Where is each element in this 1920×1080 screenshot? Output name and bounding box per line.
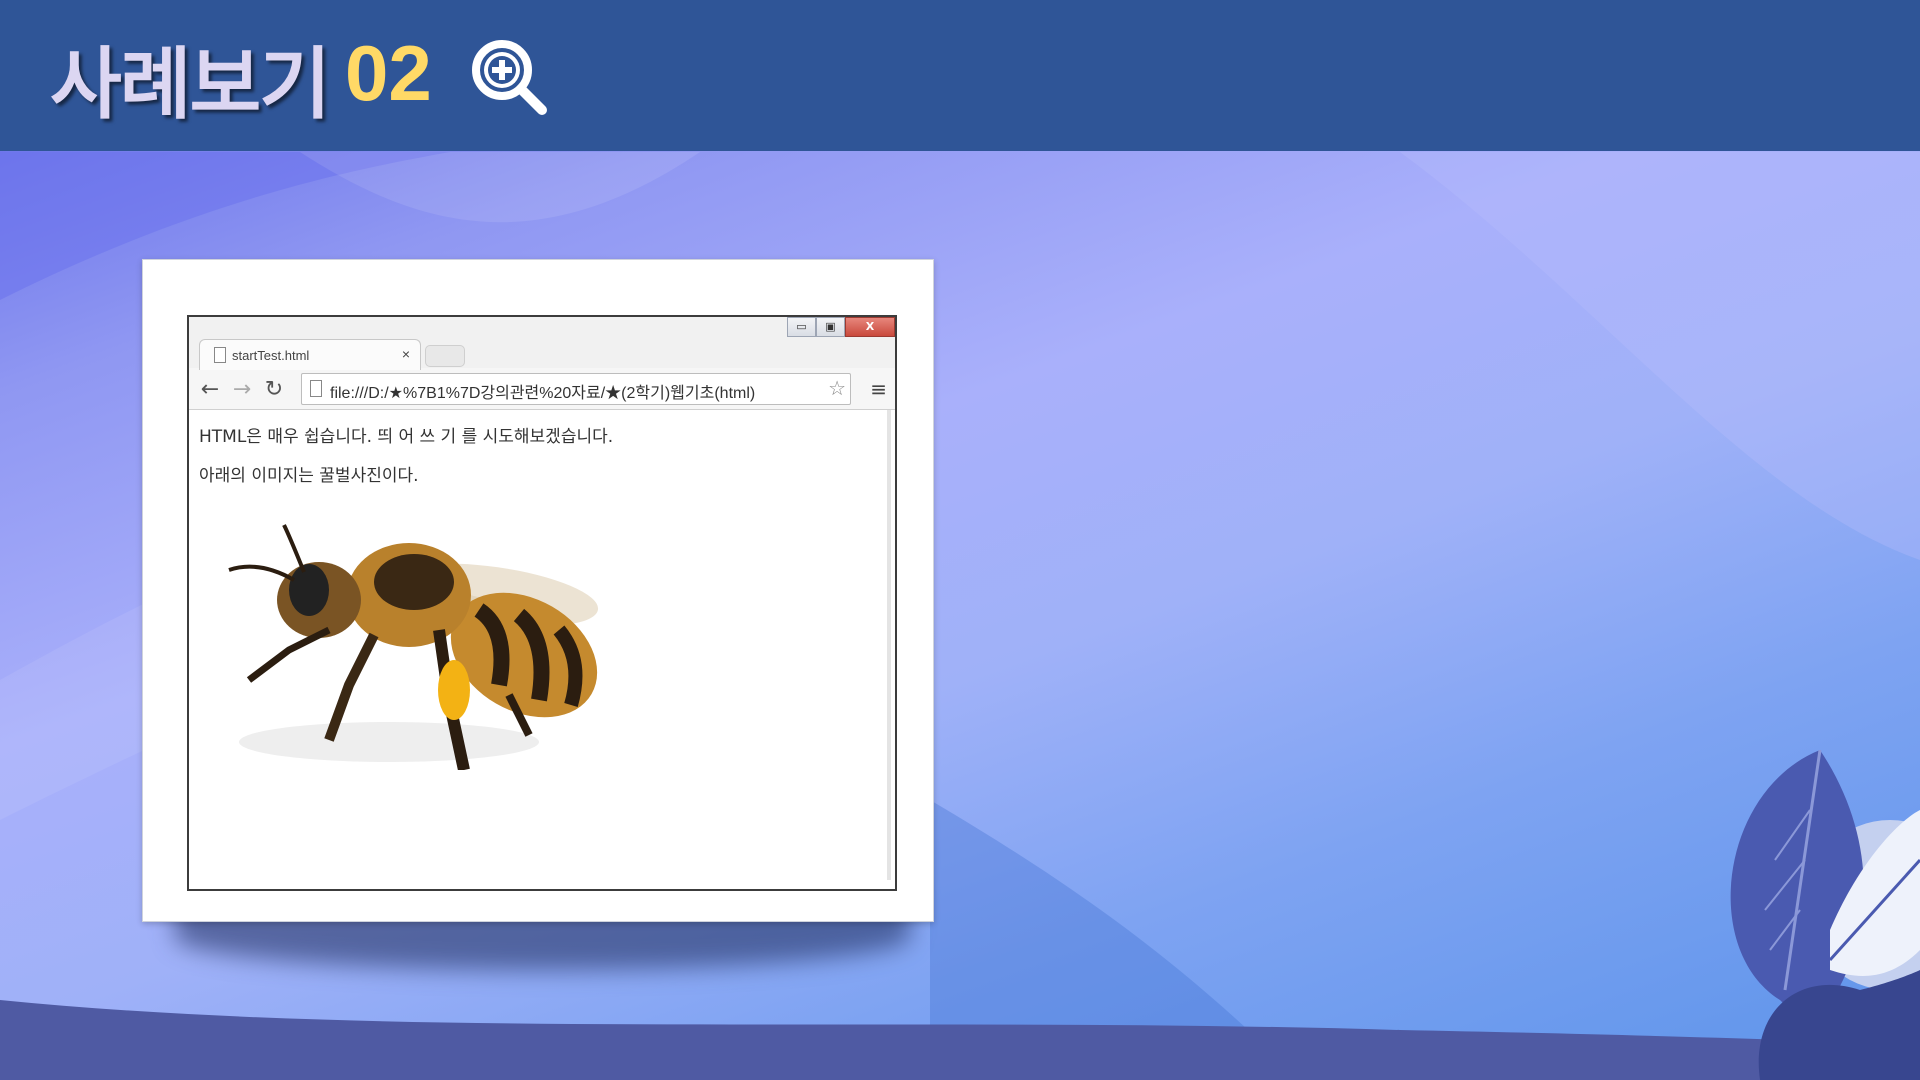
maximize-button[interactable]: ▣ — [816, 317, 845, 337]
bee-image — [228, 524, 599, 770]
browser-chrome: startTest.html × ▭ ▣ X ← → ↻ file:///D:/… — [189, 317, 895, 410]
forward-arrow-icon[interactable]: → — [229, 377, 255, 402]
screenshot-card: startTest.html × ▭ ▣ X ← → ↻ file:///D:/… — [142, 259, 934, 922]
content-line-1: HTML은 매우 쉽습니다. 띄 어 쓰 기 를 시도해보겠습니다. — [199, 427, 614, 447]
tab-title: startTest.html — [232, 348, 310, 363]
tab-close-icon[interactable]: × — [402, 346, 410, 362]
page-content: HTML은 매우 쉽습니다. 띄 어 쓰 기 를 시도해보겠습니다. 아래의 이… — [189, 410, 895, 889]
new-tab-button[interactable] — [425, 345, 465, 367]
document-icon — [214, 347, 226, 363]
reload-icon[interactable]: ↻ — [261, 377, 287, 402]
leaf-decoration — [1730, 750, 1920, 1080]
page-title: 사례보기 — [50, 39, 331, 130]
content-line-2: 아래의 이미지는 꿀벌사진이다. — [199, 466, 419, 486]
back-arrow-icon[interactable]: ← — [197, 377, 223, 402]
page-icon — [310, 380, 322, 397]
tab-strip: startTest.html × ▭ ▣ X — [189, 317, 895, 370]
browser-toolbar: ← → ↻ file:///D:/★%7B1%7D강의관련%20자료/★(2학기… — [189, 369, 895, 409]
header-bar: 사례보기 02 — [0, 0, 1920, 151]
zoom-in-icon — [472, 40, 547, 115]
menu-icon[interactable]: ≡ — [870, 377, 887, 401]
tab-starttest[interactable]: startTest.html × — [199, 339, 421, 370]
address-bar[interactable]: file:///D:/★%7B1%7D강의관련%20자료/★(2학기)웹기초(h… — [301, 373, 851, 405]
page-number: 02 — [345, 29, 432, 117]
minimize-button[interactable]: ▭ — [787, 317, 816, 337]
browser-window: startTest.html × ▭ ▣ X ← → ↻ file:///D:/… — [187, 315, 897, 891]
close-button[interactable]: X — [845, 317, 895, 337]
bookmark-star-icon[interactable]: ☆ — [828, 376, 846, 401]
url-text: file:///D:/★%7B1%7D강의관련%20자료/★(2학기)웹기초(h… — [330, 385, 756, 402]
scrollbar[interactable] — [887, 410, 891, 880]
window-controls: ▭ ▣ X — [787, 317, 895, 337]
